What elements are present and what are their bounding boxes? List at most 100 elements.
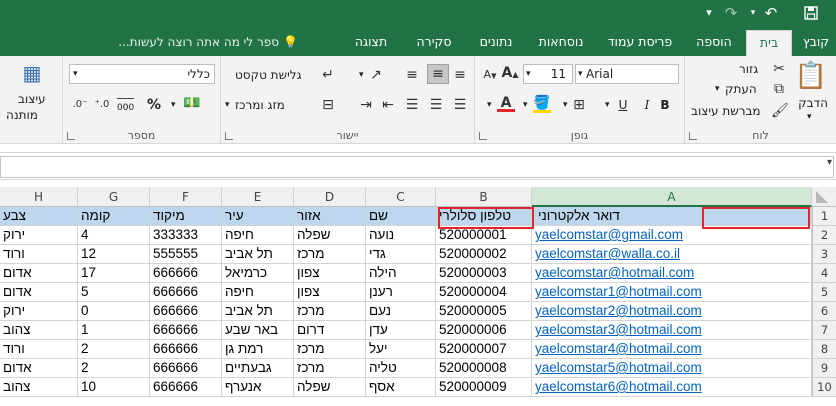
tab-home[interactable]: בית	[746, 30, 792, 56]
select-all-corner[interactable]	[812, 187, 836, 207]
orientation-icon[interactable]: ↗	[367, 66, 385, 84]
header-cell-e[interactable]: עיר	[222, 207, 294, 226]
font-color-dropdown-icon[interactable]: ▾	[487, 96, 492, 114]
font-size-combo[interactable]: ▾ 11	[523, 64, 573, 84]
tab-page-layout[interactable]: פריסת עמוד	[598, 30, 682, 56]
row-header[interactable]: 6	[812, 302, 836, 321]
row-header[interactable]: 8	[812, 340, 836, 359]
conditional-formatting-icon[interactable]: ▦	[18, 58, 46, 88]
orientation-dropdown-icon[interactable]: ▾	[359, 66, 364, 84]
paste-dropdown-icon[interactable]: ▾	[807, 108, 812, 126]
column-header-b[interactable]: B	[436, 187, 532, 207]
header-cell-h[interactable]: צבע	[0, 207, 78, 226]
cell-a[interactable]: yaelcomstar4@hotmail.com	[532, 340, 812, 359]
header-cell-c[interactable]: שם	[366, 207, 436, 226]
cell-b[interactable]: 520000007	[436, 340, 532, 359]
row-header[interactable]: 5	[812, 283, 836, 302]
tab-file[interactable]: קובץ	[796, 30, 836, 56]
wrap-text-button[interactable]: גלישת טקסט	[235, 66, 302, 84]
accounting-icon[interactable]: 💵	[181, 94, 203, 112]
copy-dropdown-icon[interactable]: ▾	[715, 80, 720, 98]
cell-h[interactable]: צהוב	[0, 321, 78, 340]
cell-f[interactable]: 666666	[150, 340, 222, 359]
cell-e[interactable]: תל אביב	[222, 245, 294, 264]
cell-c[interactable]: גדי	[366, 245, 436, 264]
cell-f[interactable]: 666666	[150, 378, 222, 397]
cell-a[interactable]: yaelcomstar6@hotmail.com	[532, 378, 812, 397]
cell-e[interactable]: באר שבע	[222, 321, 294, 340]
cell-b[interactable]: 520000005	[436, 302, 532, 321]
paste-button[interactable]: הדבק	[793, 94, 833, 112]
conditional-formatting-label-2[interactable]: מותנה	[6, 106, 38, 124]
copy-icon[interactable]: ⧉	[771, 80, 787, 98]
format-painter-button[interactable]: מברשת עיצוב	[691, 102, 761, 120]
alignment-launcher-icon[interactable]	[225, 132, 233, 140]
cell-e[interactable]: חיפה	[222, 283, 294, 302]
cell-e[interactable]: חיפה	[222, 226, 294, 245]
font-launcher-icon[interactable]	[479, 132, 487, 140]
cell-e[interactable]: רמת גן	[222, 340, 294, 359]
tab-insert[interactable]: הוספה	[686, 30, 742, 56]
fill-color-icon[interactable]: 🪣	[533, 94, 551, 113]
column-header-a[interactable]: A	[532, 187, 812, 207]
cell-d[interactable]: צפון	[294, 264, 366, 283]
cut-icon[interactable]: ✂	[771, 60, 787, 78]
header-cell-a[interactable]: דואר אלקטרוני	[532, 207, 812, 226]
cell-d[interactable]: מרכז	[294, 340, 366, 359]
cell-h[interactable]: ירוק	[0, 302, 78, 321]
row-header[interactable]: 2	[812, 226, 836, 245]
cell-g[interactable]: 4	[78, 226, 150, 245]
redo-icon[interactable]: ↷	[720, 2, 742, 24]
cell-d[interactable]: דרום	[294, 321, 366, 340]
copy-button[interactable]: העתק	[725, 80, 757, 98]
header-cell-g[interactable]: קומה	[78, 207, 150, 226]
cell-h[interactable]: אדום	[0, 359, 78, 378]
cell-b[interactable]: 520000004	[436, 283, 532, 302]
tell-me-box[interactable]: 💡ספר לי מה אתה רוצה לעשות...	[118, 30, 298, 54]
merge-dropdown-icon[interactable]: ▾	[225, 96, 230, 114]
align-center-icon[interactable]: ☰	[427, 96, 445, 114]
cell-a[interactable]: yaelcomstar@walla.co.il	[532, 245, 812, 264]
comma-button[interactable]: 000	[117, 98, 135, 117]
percent-button[interactable]: %	[147, 96, 161, 114]
cell-c[interactable]: טליה	[366, 359, 436, 378]
cell-c[interactable]: אסף	[366, 378, 436, 397]
merge-center-button[interactable]: מזג ומרכז	[235, 96, 285, 114]
cell-f[interactable]: 666666	[150, 321, 222, 340]
cell-h[interactable]: ורוד	[0, 340, 78, 359]
cell-c[interactable]: רענן	[366, 283, 436, 302]
paste-icon[interactable]: 📋	[793, 58, 829, 94]
cell-e[interactable]: אנערף	[222, 378, 294, 397]
cell-a[interactable]: yaelcomstar1@hotmail.com	[532, 283, 812, 302]
column-header-d[interactable]: D	[294, 187, 366, 207]
cell-g[interactable]: 0	[78, 302, 150, 321]
underline-dropdown-icon[interactable]: ▾	[605, 96, 610, 114]
header-cell-b[interactable]: טלפון סלולרי	[436, 207, 532, 226]
cell-e[interactable]: גבעתיים	[222, 359, 294, 378]
cell-g[interactable]: 2	[78, 359, 150, 378]
cut-button[interactable]: גזור	[739, 60, 758, 78]
tab-data[interactable]: נתונים	[468, 30, 524, 56]
wrap-text-icon[interactable]: ↵	[319, 66, 337, 84]
cell-a[interactable]: yaelcomstar@gmail.com	[532, 226, 812, 245]
tab-formulas[interactable]: נוסחאות	[528, 30, 594, 56]
column-header-g[interactable]: G	[78, 187, 150, 207]
cell-f[interactable]: 555555	[150, 245, 222, 264]
cell-d[interactable]: מרכז	[294, 245, 366, 264]
cell-d[interactable]: מרכז	[294, 359, 366, 378]
header-cell-f[interactable]: מיקוד	[150, 207, 222, 226]
align-left-icon[interactable]: ☰	[403, 96, 421, 114]
cell-e[interactable]: תל אביב	[222, 302, 294, 321]
clipboard-launcher-icon[interactable]	[689, 132, 697, 140]
cell-c[interactable]: נעם	[366, 302, 436, 321]
cell-a[interactable]: yaelcomstar5@hotmail.com	[532, 359, 812, 378]
row-header[interactable]: 3	[812, 245, 836, 264]
align-middle-icon[interactable]: ≡	[427, 64, 449, 84]
cell-b[interactable]: 520000009	[436, 378, 532, 397]
cell-h[interactable]: צהוב	[0, 378, 78, 397]
decrease-font-icon[interactable]: A▼	[481, 66, 499, 85]
accounting-dropdown-icon[interactable]: ▾	[171, 96, 176, 114]
formula-expand-icon[interactable]: ▾	[827, 157, 832, 168]
increase-indent-icon[interactable]: ⇥	[357, 96, 375, 114]
cell-c[interactable]: יעל	[366, 340, 436, 359]
